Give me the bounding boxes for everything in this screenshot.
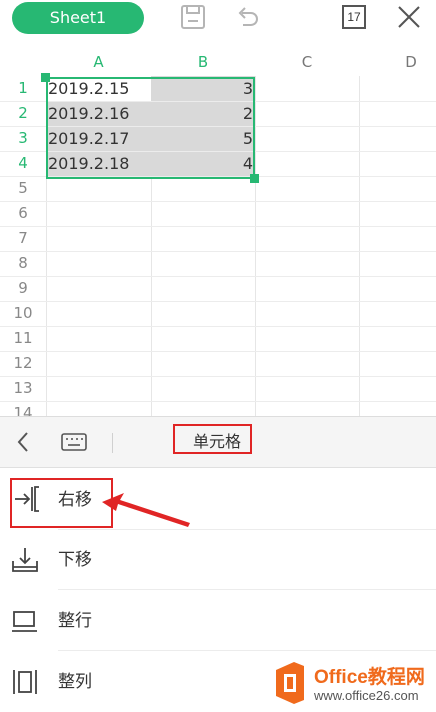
watermark-url: www.office26.com bbox=[314, 688, 419, 703]
grid-line bbox=[0, 151, 436, 152]
table-row: 1 2019.2.15 3 bbox=[0, 76, 436, 101]
entire-row-icon bbox=[10, 607, 40, 637]
close-icon[interactable] bbox=[394, 2, 424, 32]
selection-handle-top-left[interactable] bbox=[41, 73, 50, 82]
menu-divider bbox=[58, 589, 436, 590]
column-header-b[interactable]: B bbox=[151, 48, 255, 76]
row-number[interactable]: 13 bbox=[0, 376, 46, 401]
column-header: A B C D bbox=[0, 48, 436, 76]
cell-a4[interactable]: 2019.2.18 bbox=[46, 151, 151, 176]
cell-b3[interactable]: 5 bbox=[151, 126, 255, 151]
spreadsheet-grid[interactable]: 1 2019.2.15 3 2 2019.2.16 2 3 2019.2.17 … bbox=[0, 76, 436, 416]
row-number[interactable]: 8 bbox=[0, 251, 46, 276]
grid-line bbox=[0, 101, 436, 102]
table-row: 8 bbox=[0, 251, 436, 276]
top-toolbar: Sheet1 17 bbox=[0, 0, 436, 48]
table-row: 4 2019.2.18 4 bbox=[0, 151, 436, 176]
grid-line bbox=[0, 351, 436, 352]
cell-b4[interactable]: 4 bbox=[151, 151, 255, 176]
row-number[interactable]: 11 bbox=[0, 326, 46, 351]
cell-a2[interactable]: 2019.2.16 bbox=[46, 101, 151, 126]
grid-line bbox=[0, 376, 436, 377]
row-number[interactable]: 3 bbox=[0, 126, 46, 151]
row-number[interactable]: 2 bbox=[0, 101, 46, 126]
entire-column-icon bbox=[10, 667, 40, 697]
grid-line bbox=[0, 326, 436, 327]
annotation-box-shift-right bbox=[10, 478, 113, 528]
back-chevron-icon[interactable] bbox=[12, 430, 36, 454]
row-number[interactable]: 10 bbox=[0, 301, 46, 326]
panel-divider bbox=[112, 433, 113, 453]
row-number[interactable]: 14 bbox=[0, 401, 46, 416]
table-row: 3 2019.2.17 5 bbox=[0, 126, 436, 151]
grid-line bbox=[0, 201, 436, 202]
watermark: Office教程网 www.office26.com bbox=[270, 658, 430, 710]
selection-handle-bottom-right[interactable] bbox=[250, 174, 259, 183]
grid-line bbox=[0, 251, 436, 252]
table-row: 5 bbox=[0, 176, 436, 201]
table-row: 6 bbox=[0, 201, 436, 226]
cell-b1[interactable]: 3 bbox=[151, 76, 255, 101]
row-number[interactable]: 4 bbox=[0, 151, 46, 176]
menu-item-label: 下移 bbox=[58, 550, 92, 570]
row-number[interactable]: 6 bbox=[0, 201, 46, 226]
row-number[interactable]: 1 bbox=[0, 76, 46, 101]
row-number[interactable]: 7 bbox=[0, 226, 46, 251]
watermark-name: Office教程网 bbox=[314, 667, 425, 688]
grid-line bbox=[0, 126, 436, 127]
table-row: 9 bbox=[0, 276, 436, 301]
save-icon[interactable] bbox=[178, 2, 208, 32]
menu-item-shift-down[interactable]: 下移 bbox=[0, 530, 436, 590]
row-number[interactable]: 5 bbox=[0, 176, 46, 201]
menu-item-label: 整列 bbox=[58, 672, 92, 692]
table-row: 13 bbox=[0, 376, 436, 401]
table-row: 14 bbox=[0, 401, 436, 416]
grid-line bbox=[0, 276, 436, 277]
cell-a1[interactable]: 2019.2.15 bbox=[46, 76, 151, 101]
grid-line bbox=[0, 401, 436, 402]
table-row: 7 bbox=[0, 226, 436, 251]
calendar-badge: 17 bbox=[342, 5, 366, 29]
row-number[interactable]: 9 bbox=[0, 276, 46, 301]
grid-line bbox=[0, 301, 436, 302]
annotation-arrow bbox=[102, 493, 190, 527]
menu-item-entire-row[interactable]: 整行 bbox=[0, 591, 436, 651]
cell-b2[interactable]: 2 bbox=[151, 101, 255, 126]
sheet-tab[interactable]: Sheet1 bbox=[12, 2, 144, 34]
annotation-box-title bbox=[173, 424, 252, 454]
office-logo-icon bbox=[270, 660, 310, 706]
undo-icon[interactable] bbox=[232, 2, 262, 32]
calendar-icon[interactable]: 17 bbox=[341, 2, 367, 32]
keyboard-icon[interactable] bbox=[60, 430, 88, 454]
cell-a3[interactable]: 2019.2.17 bbox=[46, 126, 151, 151]
table-row: 2 2019.2.16 2 bbox=[0, 101, 436, 126]
menu-item-label: 整行 bbox=[58, 611, 92, 631]
grid-line bbox=[0, 226, 436, 227]
row-number[interactable]: 12 bbox=[0, 351, 46, 376]
table-row: 11 bbox=[0, 326, 436, 351]
shift-down-icon bbox=[10, 545, 40, 575]
table-row: 10 bbox=[0, 301, 436, 326]
table-row: 12 bbox=[0, 351, 436, 376]
column-header-d[interactable]: D bbox=[359, 48, 436, 76]
column-header-c[interactable]: C bbox=[255, 48, 359, 76]
menu-divider bbox=[58, 650, 436, 651]
grid-line bbox=[0, 176, 436, 177]
column-header-a[interactable]: A bbox=[46, 48, 151, 76]
